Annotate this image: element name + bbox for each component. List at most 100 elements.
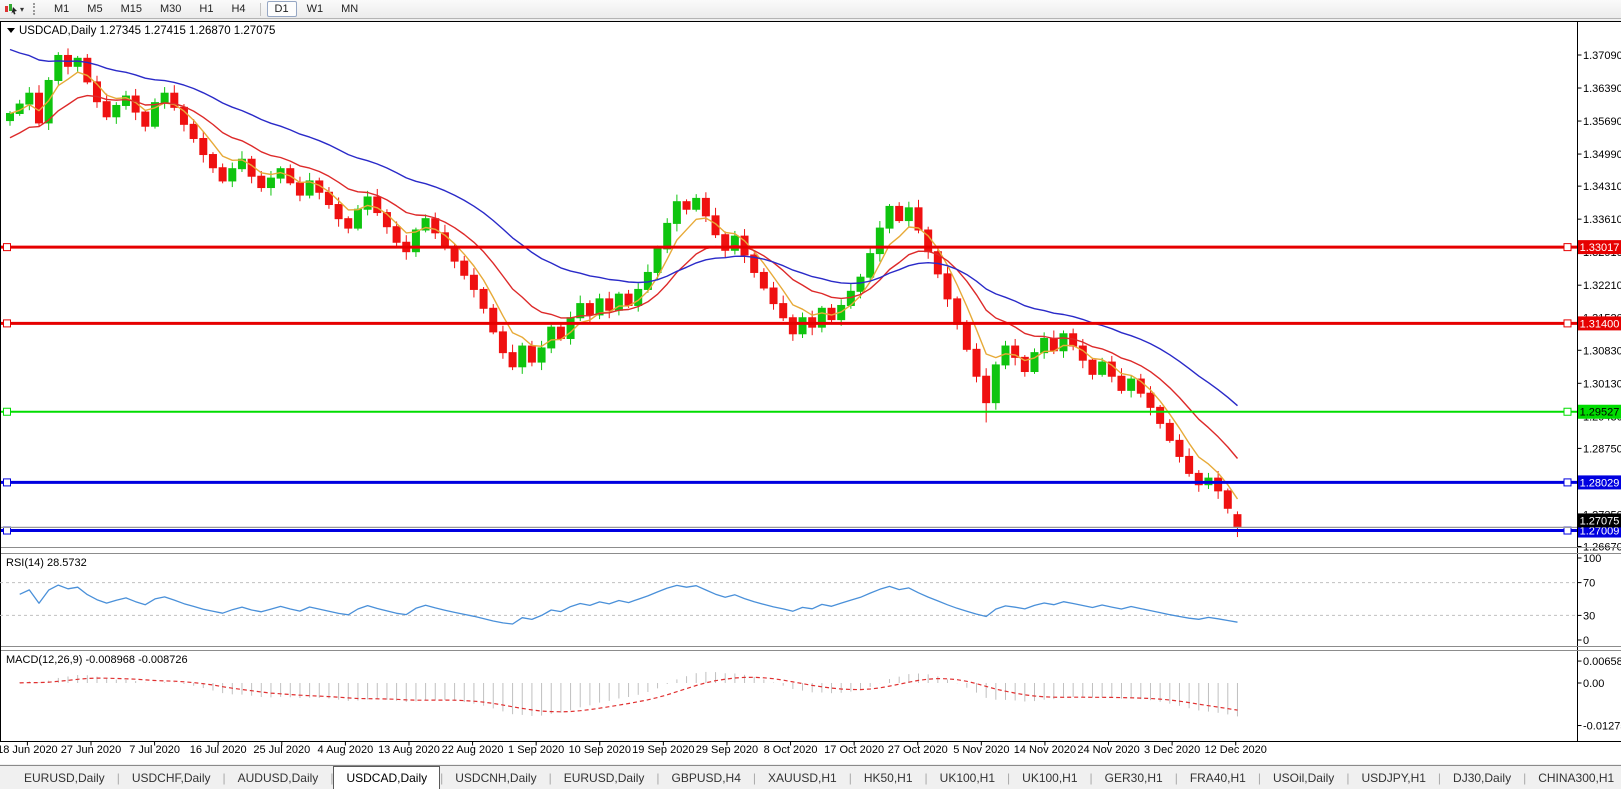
chart-cursor-icon[interactable] — [3, 2, 19, 16]
candle — [885, 205, 894, 229]
candle — [450, 246, 459, 262]
chart-tab-uk100-h1[interactable]: UK100,H1 — [1010, 766, 1089, 789]
candle — [788, 317, 797, 335]
macd-axis-label: -0.012758 — [1583, 721, 1621, 733]
date-axis-label: 13 Aug 2020 — [378, 744, 440, 756]
candle — [160, 92, 169, 104]
chart-tab-usdcnh-daily[interactable]: USDCNH,Daily — [443, 766, 548, 789]
chart-tab-eurusd-daily[interactable]: EURUSD,Daily — [552, 766, 657, 789]
date-axis-label: 3 Dec 2020 — [1144, 744, 1200, 756]
candle — [469, 274, 478, 290]
candle — [682, 201, 691, 210]
candle — [653, 248, 662, 273]
chart-tab-gbpusd-h4[interactable]: GBPUSD,H4 — [660, 766, 753, 789]
candle — [875, 227, 884, 255]
price-axis-label: 1.37090 — [1583, 50, 1621, 62]
candle — [759, 271, 768, 289]
candle — [1127, 378, 1136, 391]
macd-axis-label: 0.00 — [1583, 678, 1604, 690]
hline-price-label-text: 1.28029 — [1580, 477, 1620, 489]
chart-tab-xauusd-h1[interactable]: XAUUSD,H1 — [756, 766, 849, 789]
hline-handle-left[interactable] — [3, 478, 11, 487]
timeframe-button-d1[interactable]: D1 — [266, 1, 297, 17]
chart-tab-dj30-daily[interactable]: DJ30,Daily — [1441, 766, 1523, 789]
chart-tab-usdcad-daily[interactable]: USDCAD,Daily — [333, 766, 441, 789]
chart-tab-audusd-daily[interactable]: AUDUSD,Daily — [226, 766, 331, 789]
candle — [54, 54, 63, 81]
hline-handle-left[interactable] — [3, 243, 11, 252]
price-axis-label: 1.30130 — [1583, 378, 1621, 390]
date-axis-label: 12 Dec 2020 — [1205, 744, 1267, 756]
timeframe-button-m1[interactable]: M1 — [46, 1, 77, 17]
candle — [102, 101, 111, 118]
chart-tab-china300-h1[interactable]: CHINA300,H1 — [1526, 766, 1621, 789]
candle — [112, 104, 121, 118]
chart-tab-fra40-h1[interactable]: FRA40,H1 — [1178, 766, 1258, 789]
timeframe-button-m30[interactable]: M30 — [152, 1, 189, 17]
chart-tab-usdchf-daily[interactable]: USDCHF,Daily — [120, 766, 223, 789]
hline-handle-left[interactable] — [3, 407, 11, 416]
toolbar-grip[interactable] — [33, 3, 40, 15]
candle — [1156, 406, 1165, 424]
rsi-axis-label: 0 — [1583, 635, 1589, 647]
chart-tab-ger30-h1[interactable]: GER30,H1 — [1093, 766, 1175, 789]
candle — [334, 204, 343, 220]
candle — [344, 218, 353, 229]
candle — [1165, 422, 1174, 441]
candle — [218, 167, 227, 182]
hline-handle-right[interactable] — [1563, 526, 1572, 535]
timeframe-button-mn[interactable]: MN — [333, 1, 366, 17]
chart-tab-hk50-h1[interactable]: HK50,H1 — [852, 766, 925, 789]
candle — [1146, 392, 1155, 408]
candle — [692, 197, 701, 210]
timeframe-button-m15[interactable]: M15 — [113, 1, 150, 17]
timeframe-button-h4[interactable]: H4 — [223, 1, 253, 17]
chart-tab-uk100-h1[interactable]: UK100,H1 — [928, 766, 1007, 789]
hline-handle-left[interactable] — [3, 526, 11, 535]
hline-handle-right[interactable] — [1563, 243, 1572, 252]
date-axis-label: 17 Oct 2020 — [824, 744, 884, 756]
candle — [547, 326, 556, 349]
candle — [904, 207, 913, 222]
candle — [856, 276, 865, 292]
chart-window[interactable]: 1.37090 1.36390 1.35690 1.34990 1.34310 1.336… — [0, 0, 1621, 764]
date-axis-label: 5 Nov 2020 — [953, 744, 1009, 756]
chart-tab-usoil-daily[interactable]: USOil,Daily — [1261, 766, 1346, 789]
candle — [982, 375, 991, 404]
date-axis-label: 18 Jun 2020 — [0, 744, 58, 756]
candle — [498, 331, 507, 354]
candle — [1117, 375, 1126, 391]
date-axis-label: 14 Nov 2020 — [1014, 744, 1076, 756]
hline-handle-right[interactable] — [1563, 407, 1572, 416]
candle — [228, 168, 237, 182]
candle — [199, 137, 208, 156]
rsi-axis-label: 100 — [1583, 553, 1601, 565]
chart-svg[interactable]: 1.37090 1.36390 1.35690 1.34990 1.34310 1.336… — [0, 0, 1621, 764]
hline-handle-left[interactable] — [3, 319, 11, 328]
timeframe-button-w1[interactable]: W1 — [299, 1, 332, 17]
candle — [44, 79, 53, 124]
timeframe-button-m5[interactable]: M5 — [79, 1, 110, 17]
candle — [6, 112, 14, 122]
chevron-down-icon[interactable]: ▾ — [20, 5, 24, 14]
candle — [972, 348, 981, 377]
date-axis-label: 10 Sep 2020 — [569, 744, 631, 756]
candle — [605, 298, 614, 311]
candle — [295, 182, 304, 196]
candle — [189, 123, 198, 139]
hline-handle-right[interactable] — [1563, 319, 1572, 328]
candle — [585, 303, 594, 316]
candle — [991, 364, 1000, 404]
hline-handle-right[interactable] — [1563, 478, 1572, 487]
hline-price-label-text: 1.29527 — [1580, 407, 1620, 419]
candle — [962, 323, 971, 350]
timeframe-button-h1[interactable]: H1 — [191, 1, 221, 17]
price-axis-label: 1.34310 — [1583, 181, 1621, 193]
candle — [1040, 337, 1049, 354]
chart-tab-eurusd-daily[interactable]: EURUSD,Daily — [12, 766, 117, 789]
candle — [701, 197, 710, 217]
candle — [489, 307, 498, 333]
candle — [1088, 359, 1097, 375]
chart-tab-usdjpy-h1[interactable]: USDJPY,H1 — [1349, 766, 1437, 789]
price-axis-label: 1.36390 — [1583, 83, 1621, 95]
